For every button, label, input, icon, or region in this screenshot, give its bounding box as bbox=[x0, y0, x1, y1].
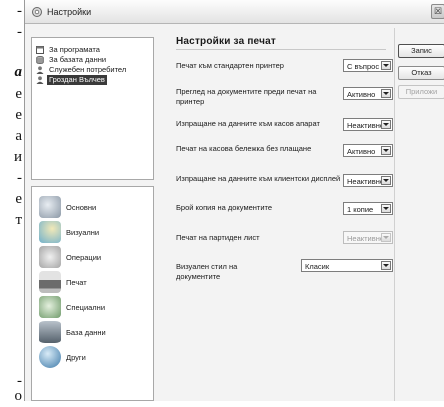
category-database[interactable]: База данни bbox=[39, 321, 149, 345]
chevron-down-icon[interactable] bbox=[381, 89, 391, 98]
section-divider bbox=[176, 49, 386, 50]
background-text: - bbox=[17, 170, 22, 186]
tree-item-label: Гроздан Вълчев bbox=[47, 75, 107, 85]
chevron-down-icon bbox=[381, 233, 391, 242]
option-select[interactable]: Неактивно bbox=[343, 118, 393, 131]
category-list: Основни Визуални Операции Печат Специалн… bbox=[31, 186, 154, 401]
option-value: Неактивно bbox=[347, 234, 385, 243]
option-value: 1 копие bbox=[347, 205, 374, 214]
operations-icon bbox=[39, 246, 61, 268]
option-value: Активно bbox=[347, 90, 376, 99]
close-button[interactable]: ☒ bbox=[431, 4, 444, 19]
apply-button: Приложи bbox=[398, 85, 444, 99]
background-text: a bbox=[15, 128, 22, 144]
divider bbox=[394, 28, 395, 401]
settings-icon bbox=[39, 196, 61, 218]
category-label: База данни bbox=[66, 328, 106, 337]
category-label: Визуални bbox=[66, 228, 100, 237]
palette-icon bbox=[39, 221, 61, 243]
category-label: Операции bbox=[66, 253, 102, 262]
title-bar[interactable]: Настройки ☒ bbox=[25, 0, 444, 24]
option-select[interactable]: Активно bbox=[343, 144, 393, 157]
background-text: - bbox=[17, 3, 22, 19]
background-text: e bbox=[15, 191, 22, 207]
background-text: a bbox=[14, 64, 23, 80]
category-visual[interactable]: Визуални bbox=[39, 221, 149, 245]
option-value: Неактивно bbox=[347, 121, 385, 130]
close-icon: ☒ bbox=[433, 6, 443, 16]
chevron-down-icon[interactable] bbox=[381, 146, 391, 155]
category-label: Печат bbox=[66, 278, 87, 287]
other-icon bbox=[39, 346, 61, 368]
window-title: Настройки bbox=[47, 7, 92, 17]
option-label: Преглед на документите преди печат на пр… bbox=[176, 87, 317, 106]
option-value: С въпрос bbox=[347, 62, 380, 71]
save-button[interactable]: Запис bbox=[398, 44, 444, 58]
option-label: Печат на партиден лист bbox=[176, 233, 260, 242]
option-select[interactable]: 1 копие bbox=[343, 202, 393, 215]
option-label: Визуален стил на документите bbox=[176, 262, 238, 281]
option-select[interactable]: Активно bbox=[343, 87, 393, 100]
category-operations[interactable]: Операции bbox=[39, 246, 149, 270]
option-select[interactable]: Класик bbox=[301, 259, 393, 272]
chevron-down-icon[interactable] bbox=[381, 176, 391, 185]
special-icon bbox=[39, 296, 61, 318]
category-label: Други bbox=[66, 353, 86, 362]
cancel-button[interactable]: Отказ bbox=[398, 66, 444, 80]
tree-item-label: За базата данни bbox=[49, 55, 107, 64]
tree-item-label: Служебен потребител bbox=[49, 65, 127, 74]
chevron-down-icon[interactable] bbox=[381, 204, 391, 213]
category-basic[interactable]: Основни bbox=[39, 196, 149, 220]
background-text: o bbox=[14, 388, 23, 404]
print-settings-panel: Настройки за печат Печат към стандартен … bbox=[158, 28, 394, 401]
printer-icon bbox=[39, 271, 61, 293]
database-icon bbox=[36, 56, 44, 64]
background-text: e bbox=[15, 107, 22, 123]
background-text: - bbox=[17, 24, 22, 40]
option-select-disabled: Неактивно bbox=[343, 231, 393, 244]
option-select[interactable]: С въпрос bbox=[343, 59, 393, 72]
database-icon bbox=[39, 321, 61, 343]
category-label: Специални bbox=[66, 303, 106, 312]
section-title: Настройки за печат bbox=[176, 36, 276, 47]
category-label: Основни bbox=[66, 203, 97, 212]
background-document-strip: - - a e e a и - e т - o bbox=[0, 0, 24, 404]
background-text: т bbox=[15, 212, 22, 228]
option-label: Изпращане на данните към касов апарат bbox=[176, 119, 320, 128]
settings-window: Настройки ☒ За програмата За базата данн… bbox=[24, 0, 444, 401]
option-label: Печат на касова бележка без плащане bbox=[176, 144, 312, 153]
tree-item-label: За програмата bbox=[49, 45, 100, 54]
option-value: Активно bbox=[347, 147, 376, 156]
user-icon bbox=[36, 66, 44, 74]
option-label: Печат към стандартен принтер bbox=[176, 61, 284, 70]
profile-tree: За програмата За базата данни Служебен п… bbox=[31, 37, 154, 180]
chevron-down-icon[interactable] bbox=[381, 261, 391, 270]
option-label: Брой копия на документите bbox=[176, 203, 273, 212]
settings-gear-icon bbox=[32, 7, 42, 17]
background-text: и bbox=[13, 149, 22, 165]
option-value: Класик bbox=[305, 262, 330, 271]
category-other[interactable]: Други bbox=[39, 346, 149, 370]
category-special[interactable]: Специални bbox=[39, 296, 149, 320]
option-select[interactable]: Неактивно bbox=[343, 174, 393, 187]
chevron-down-icon[interactable] bbox=[381, 61, 391, 70]
option-value: Неактивно bbox=[347, 177, 385, 186]
category-print[interactable]: Печат bbox=[39, 271, 149, 295]
chevron-down-icon[interactable] bbox=[381, 120, 391, 129]
window-icon bbox=[36, 46, 44, 54]
user-icon bbox=[36, 76, 44, 84]
option-label: Изпращане на данните към клиентски диспл… bbox=[176, 174, 341, 183]
background-text: e bbox=[15, 86, 22, 102]
